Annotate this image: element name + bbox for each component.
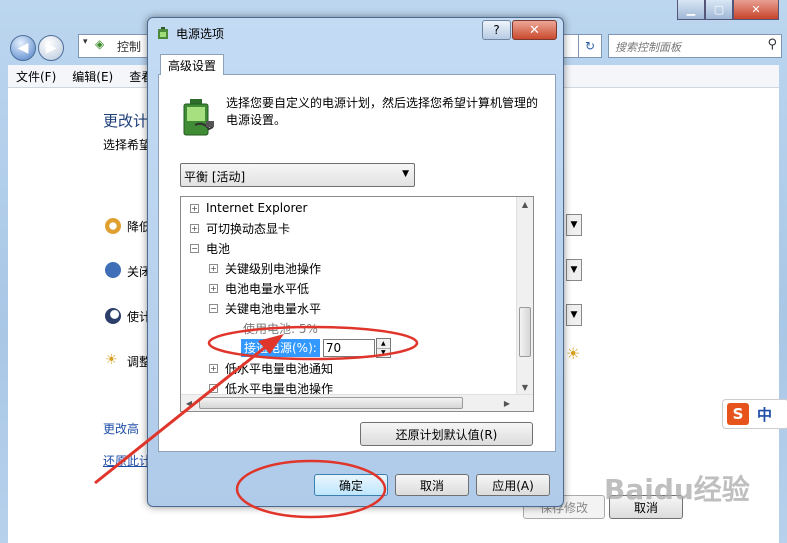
collapse-minus-icon[interactable]: −	[209, 303, 218, 313]
power-plan-dropdown[interactable]: 平衡 [活动] ▼	[180, 163, 415, 187]
sogou-logo-icon: S	[727, 403, 749, 425]
vertical-scroll-thumb[interactable]	[519, 307, 531, 357]
search-placeholder: 搜索控制面板	[615, 41, 681, 54]
window-close-button[interactable]: ✕	[733, 0, 779, 20]
tree-item-critical-battery-level[interactable]: − 关键电池电量水平	[209, 299, 321, 317]
battery-plug-icon	[183, 99, 214, 136]
tree-item-label: Internet Explorer	[206, 201, 308, 215]
scroll-right-icon[interactable]: ▶	[499, 396, 515, 410]
plugged-in-label: 接通电源(%):	[241, 339, 320, 357]
horizontal-scrollbar[interactable]: ◀ ▶	[181, 394, 533, 411]
brightness-sun-icon: ☀	[105, 352, 118, 368]
baidu-watermark: Baidu经验	[604, 473, 750, 506]
spin-up-icon[interactable]: ▲	[376, 339, 390, 349]
sleep-moon-icon	[105, 308, 121, 324]
window-controls: ▁ ▢ ✕	[677, 0, 779, 20]
collapse-minus-icon[interactable]: −	[190, 243, 199, 253]
chevron-down-icon[interactable]: ▾	[83, 37, 88, 47]
expand-plus-icon[interactable]: +	[209, 363, 218, 373]
menu-edit[interactable]: 编辑(E)	[64, 68, 121, 85]
page-title: 更改计	[103, 112, 149, 130]
power-options-dialog: 电源选项 ? ✕ 高级设置 选择您要自定义的电源计划，然后选择您希望计算机管理的…	[147, 17, 564, 507]
maximize-button[interactable]: ▢	[705, 0, 733, 20]
display-off-icon	[105, 262, 121, 278]
tree-item-battery[interactable]: − 电池	[190, 239, 230, 257]
control-panel-icon: ◈	[95, 37, 105, 51]
expand-plus-icon[interactable]: +	[190, 223, 199, 233]
brightness-high-icon: ☀	[566, 344, 581, 363]
apply-button[interactable]: 应用(A)	[476, 474, 550, 496]
horizontal-scroll-thumb[interactable]	[199, 397, 463, 409]
on-battery-setting[interactable]: 使用电池: 5%	[243, 319, 318, 337]
brightness-icon	[105, 218, 121, 234]
dialog-description: 选择您要自定义的电源计划，然后选择您希望计算机管理的电源设置。	[226, 96, 539, 127]
back-arrow-icon[interactable]: ◀	[10, 35, 36, 61]
display-combo-arrow[interactable]: ▼	[566, 259, 582, 281]
page-subtitle: 选择希望	[103, 138, 152, 152]
dialog-close-button[interactable]: ✕	[512, 20, 557, 40]
expand-plus-icon[interactable]: +	[209, 383, 218, 393]
tab-advanced-settings[interactable]: 高级设置	[160, 54, 224, 75]
tree-item-critical-battery-action[interactable]: + 关键级别电池操作	[209, 259, 321, 277]
ok-button[interactable]: 确定	[314, 474, 388, 496]
tree-item-label: 低水平电量电池通知	[225, 361, 334, 376]
advanced-settings-panel: 选择您要自定义的电源计划，然后选择您希望计算机管理的电源设置。 平衡 [活动] …	[158, 74, 556, 452]
tree-item-label: 电池	[206, 241, 231, 256]
search-icon[interactable]: ⚲	[767, 37, 777, 52]
restore-defaults-button[interactable]: 还原计划默认值(R)	[360, 422, 533, 446]
scroll-left-icon[interactable]: ◀	[181, 396, 197, 410]
tree-item-label: 电池电量水平低	[225, 281, 310, 296]
sleep-combo-arrow[interactable]: ▼	[566, 304, 582, 326]
power-options-icon	[158, 27, 168, 39]
address-text: 控制	[117, 40, 142, 54]
advanced-settings-link[interactable]: 更改高	[103, 420, 139, 437]
dim-combo-arrow[interactable]: ▼	[566, 214, 582, 236]
settings-tree: + Internet Explorer + 可切换动态显卡 − 电池 + 关键级…	[180, 196, 534, 412]
value-spinner[interactable]: ▲ ▼	[375, 338, 391, 358]
ime-mode-indicator[interactable]: 中	[757, 404, 772, 425]
scroll-down-icon[interactable]: ▼	[517, 380, 533, 394]
spin-down-icon[interactable]: ▼	[376, 348, 390, 357]
expand-plus-icon[interactable]: +	[209, 283, 218, 293]
cancel-button[interactable]: 取消	[395, 474, 469, 496]
tree-item-low-battery-level[interactable]: + 电池电量水平低	[209, 279, 309, 297]
plugged-in-value-input[interactable]: 70	[322, 339, 375, 357]
tree-item-internet-explorer[interactable]: + Internet Explorer	[190, 199, 307, 217]
tree-item-label: 关键电池电量水平	[225, 301, 322, 316]
tree-item-switchable-graphics[interactable]: + 可切换动态显卡	[190, 219, 290, 237]
menu-file[interactable]: 文件(F)	[8, 68, 64, 85]
restore-defaults-link[interactable]: 还原此计	[103, 452, 151, 469]
scroll-up-icon[interactable]: ▲	[517, 197, 533, 211]
refresh-icon[interactable]: ↻	[578, 34, 602, 58]
forward-arrow-icon[interactable]: ▶	[38, 35, 64, 61]
help-button[interactable]: ?	[482, 20, 511, 40]
chevron-down-icon: ▼	[402, 169, 409, 179]
vertical-scrollbar[interactable]: ▲ ▼	[516, 197, 533, 394]
tree-item-low-battery-notification[interactable]: + 低水平电量电池通知	[209, 359, 333, 377]
expand-plus-icon[interactable]: +	[190, 203, 199, 213]
power-plan-selected: 平衡 [活动]	[184, 170, 246, 184]
plugged-in-setting: 接通电源(%): 70 ▲ ▼	[241, 338, 391, 358]
search-input[interactable]: 搜索控制面板 ⚲	[608, 34, 782, 58]
on-battery-label: 使用电池: 5%	[243, 321, 318, 336]
dialog-title: 电源选项	[176, 27, 225, 41]
tree-item-label: 可切换动态显卡	[206, 221, 291, 236]
tree-item-label: 关键级别电池操作	[225, 261, 322, 276]
expand-plus-icon[interactable]: +	[209, 263, 218, 273]
minimize-button[interactable]: ▁	[677, 0, 705, 20]
ime-toolbar[interactable]: S 中	[722, 399, 787, 429]
